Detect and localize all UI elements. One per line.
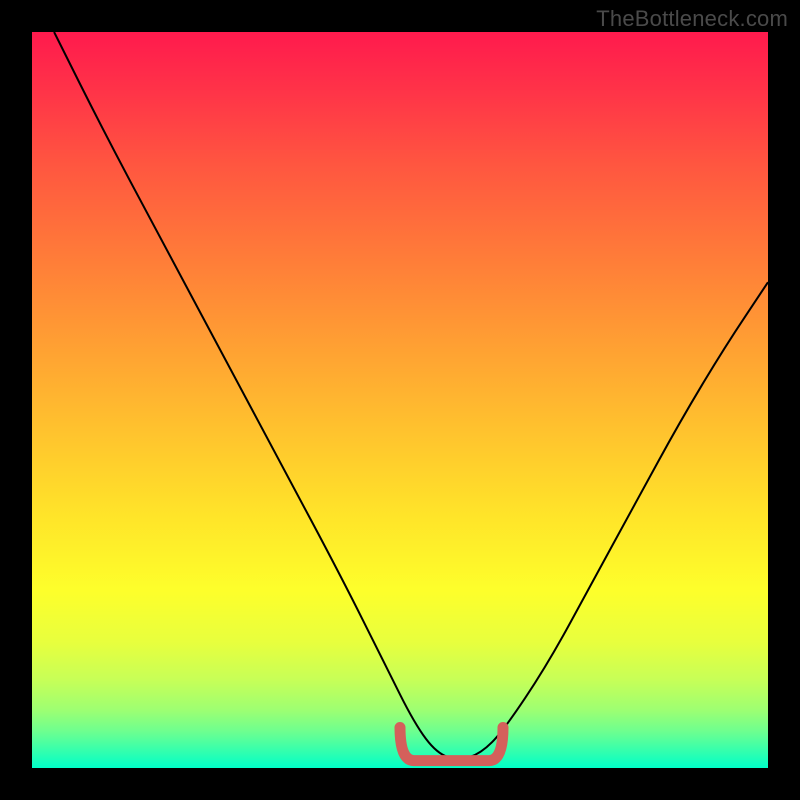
bottleneck-curve: [54, 32, 768, 759]
chart-area: [32, 32, 768, 768]
optimal-zone-marker: [400, 728, 503, 761]
bottleneck-chart: [32, 32, 768, 768]
watermark-text: TheBottleneck.com: [596, 6, 788, 32]
